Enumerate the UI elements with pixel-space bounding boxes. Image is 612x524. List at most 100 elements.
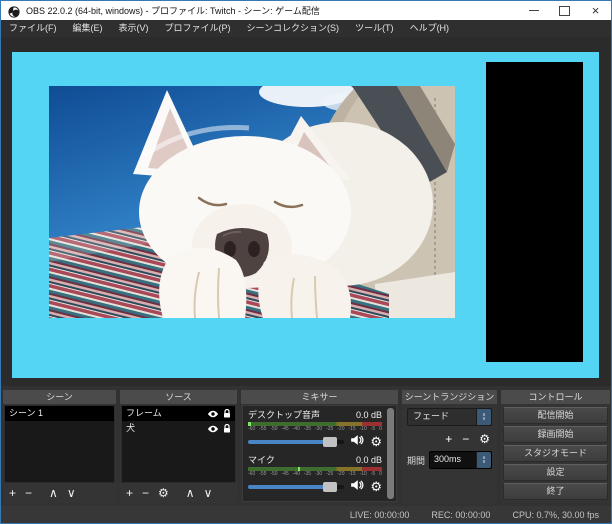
controls-panel-title[interactable]: コントロール — [501, 390, 610, 404]
visibility-eye-icon[interactable] — [207, 410, 219, 418]
meter-tick-label: -30 — [315, 426, 322, 433]
volume-slider[interactable] — [248, 440, 344, 444]
scenes-list[interactable]: シーン 1 — [4, 405, 115, 483]
remove-scene-icon[interactable]: − — [25, 487, 32, 499]
meter-tick-label: -35 — [304, 426, 311, 433]
scenes-panel: シーン シーン 1 + − ∧ ∨ — [3, 390, 116, 503]
spinner-down-icon[interactable]: ∨ — [482, 460, 486, 464]
meter-tick-label: -30 — [315, 471, 322, 478]
preview-area — [1, 37, 611, 386]
move-source-up-icon[interactable]: ∧ — [186, 487, 195, 499]
source-properties-gear-icon[interactable]: ⚙ — [158, 487, 169, 499]
menu-edit[interactable]: 編集(E) — [65, 20, 111, 37]
channel-name: デスクトップ音声 — [248, 410, 320, 421]
spinner-down-icon[interactable]: ∨ — [482, 417, 486, 421]
mixer-body: デスクトップ音声 0.0 dB -60-55-50-45-40-35-30-25… — [242, 405, 397, 502]
cpu-fps: CPU: 0.7%, 30.00 fps — [512, 510, 599, 520]
source-list-item[interactable]: フレーム — [122, 406, 235, 421]
black-rectangle-source[interactable] — [486, 62, 583, 362]
lock-icon[interactable] — [223, 409, 231, 418]
remove-transition-icon[interactable]: − — [462, 433, 469, 445]
visibility-eye-icon[interactable] — [207, 425, 219, 433]
volume-slider-handle[interactable] — [323, 482, 337, 492]
channel-settings-gear-icon[interactable]: ⚙ — [370, 435, 382, 448]
scene-list-item[interactable]: シーン 1 — [5, 406, 114, 421]
meter-level-indicator — [298, 467, 301, 471]
minimize-icon — [529, 10, 539, 11]
minimize-button[interactable] — [518, 1, 549, 20]
move-scene-up-icon[interactable]: ∧ — [49, 487, 58, 499]
menu-scene-collection[interactable]: シーンコレクション(S) — [239, 20, 348, 37]
transition-selected-value: フェード — [408, 409, 476, 425]
meter-tick-label: -25 — [326, 471, 333, 478]
source-list-item[interactable]: 犬 — [122, 421, 235, 436]
close-icon: × — [592, 4, 600, 17]
duration-spinner[interactable]: ∧ ∨ — [476, 452, 491, 468]
meter-tick-label: -60 — [248, 471, 255, 478]
meter-tick-label: -50 — [270, 471, 277, 478]
sources-list[interactable]: フレーム 犬 — [121, 405, 236, 483]
speaker-mute-icon[interactable] — [350, 478, 364, 496]
start-recording-button[interactable]: 録画開始 — [503, 426, 608, 443]
sources-toolbar: + − ⚙ ∧ ∨ — [120, 483, 237, 503]
menu-tools[interactable]: ツール(T) — [347, 20, 402, 37]
mixer-channel-mic: マイク 0.0 dB -60-55-50-45-40-35-30-25-20-1… — [248, 455, 382, 494]
move-scene-down-icon[interactable]: ∨ — [67, 487, 76, 499]
controls-panel: コントロール 配信開始 録画開始 スタジオモード 設定 終了 — [501, 390, 610, 503]
channel-settings-gear-icon[interactable]: ⚙ — [370, 480, 382, 493]
transitions-panel-title[interactable]: シーントランジション — [402, 390, 497, 404]
transition-properties-gear-icon[interactable]: ⚙ — [479, 433, 490, 445]
meter-tick-label: -45 — [281, 426, 288, 433]
mixer-panel: ミキサー デスクトップ音声 0.0 dB -60-55-50-45-40-35-… — [241, 390, 398, 503]
transition-select[interactable]: フェード ∧ ∨ — [407, 408, 492, 426]
speaker-mute-icon[interactable] — [350, 433, 364, 451]
add-scene-icon[interactable]: + — [9, 487, 16, 499]
volume-slider-handle[interactable] — [323, 437, 337, 447]
duration-label: 期間 — [407, 454, 425, 467]
mixer-panel-title[interactable]: ミキサー — [241, 390, 398, 404]
settings-button[interactable]: 設定 — [503, 464, 608, 481]
dog-image-source[interactable] — [49, 86, 455, 318]
mixer-channel-desktop-audio: デスクトップ音声 0.0 dB -60-55-50-45-40-35-30-25… — [248, 410, 382, 449]
source-name: フレーム — [126, 406, 162, 421]
volume-meter — [248, 467, 382, 471]
obs-window: OBS 22.0.2 (64-bit, windows) - プロファイル: T… — [0, 0, 612, 524]
menu-help[interactable]: ヘルプ(H) — [402, 20, 458, 37]
volume-meter — [248, 422, 382, 426]
meter-tick-label: -20 — [337, 471, 344, 478]
studio-mode-button[interactable]: スタジオモード — [503, 445, 608, 462]
meter-tick-label: -55 — [259, 471, 266, 478]
maximize-icon — [559, 6, 570, 16]
sources-panel-title[interactable]: ソース — [120, 390, 237, 404]
status-bar: LIVE: 00:00:00 REC: 00:00:00 CPU: 0.7%, … — [1, 506, 611, 523]
channel-name: マイク — [248, 455, 275, 466]
window-title: OBS 22.0.2 (64-bit, windows) - プロファイル: T… — [26, 4, 320, 17]
close-button[interactable]: × — [580, 1, 611, 20]
meter-level-indicator — [248, 422, 251, 426]
transitions-panel: シーントランジション フェード ∧ ∨ + − ⚙ 期間 — [402, 390, 497, 503]
scenes-toolbar: + − ∧ ∨ — [3, 483, 116, 503]
lock-icon[interactable] — [223, 424, 231, 433]
duration-value: 300ms — [430, 452, 476, 468]
mixer-scrollbar[interactable] — [387, 408, 394, 499]
menu-file[interactable]: ファイル(F) — [1, 20, 65, 37]
exit-button[interactable]: 終了 — [503, 483, 608, 500]
meter-tick-label: 0 — [379, 471, 382, 478]
add-transition-icon[interactable]: + — [445, 433, 452, 445]
maximize-button[interactable] — [549, 1, 580, 20]
rec-time: REC: 00:00:00 — [431, 510, 490, 520]
meter-tick-label: -35 — [304, 471, 311, 478]
duration-spinbox[interactable]: 300ms ∧ ∨ — [429, 451, 492, 469]
menu-profile[interactable]: プロファイル(P) — [157, 20, 239, 37]
combo-spinner[interactable]: ∧ ∨ — [476, 409, 491, 425]
titlebar[interactable]: OBS 22.0.2 (64-bit, windows) - プロファイル: T… — [1, 1, 611, 20]
volume-slider-fill — [248, 440, 327, 444]
move-source-down-icon[interactable]: ∨ — [204, 487, 213, 499]
scenes-panel-title[interactable]: シーン — [3, 390, 116, 404]
meter-tick-label: -5 — [371, 471, 375, 478]
remove-source-icon[interactable]: − — [142, 487, 149, 499]
start-streaming-button[interactable]: 配信開始 — [503, 407, 608, 424]
volume-slider[interactable] — [248, 485, 344, 489]
add-source-icon[interactable]: + — [126, 487, 133, 499]
menu-view[interactable]: 表示(V) — [111, 20, 157, 37]
